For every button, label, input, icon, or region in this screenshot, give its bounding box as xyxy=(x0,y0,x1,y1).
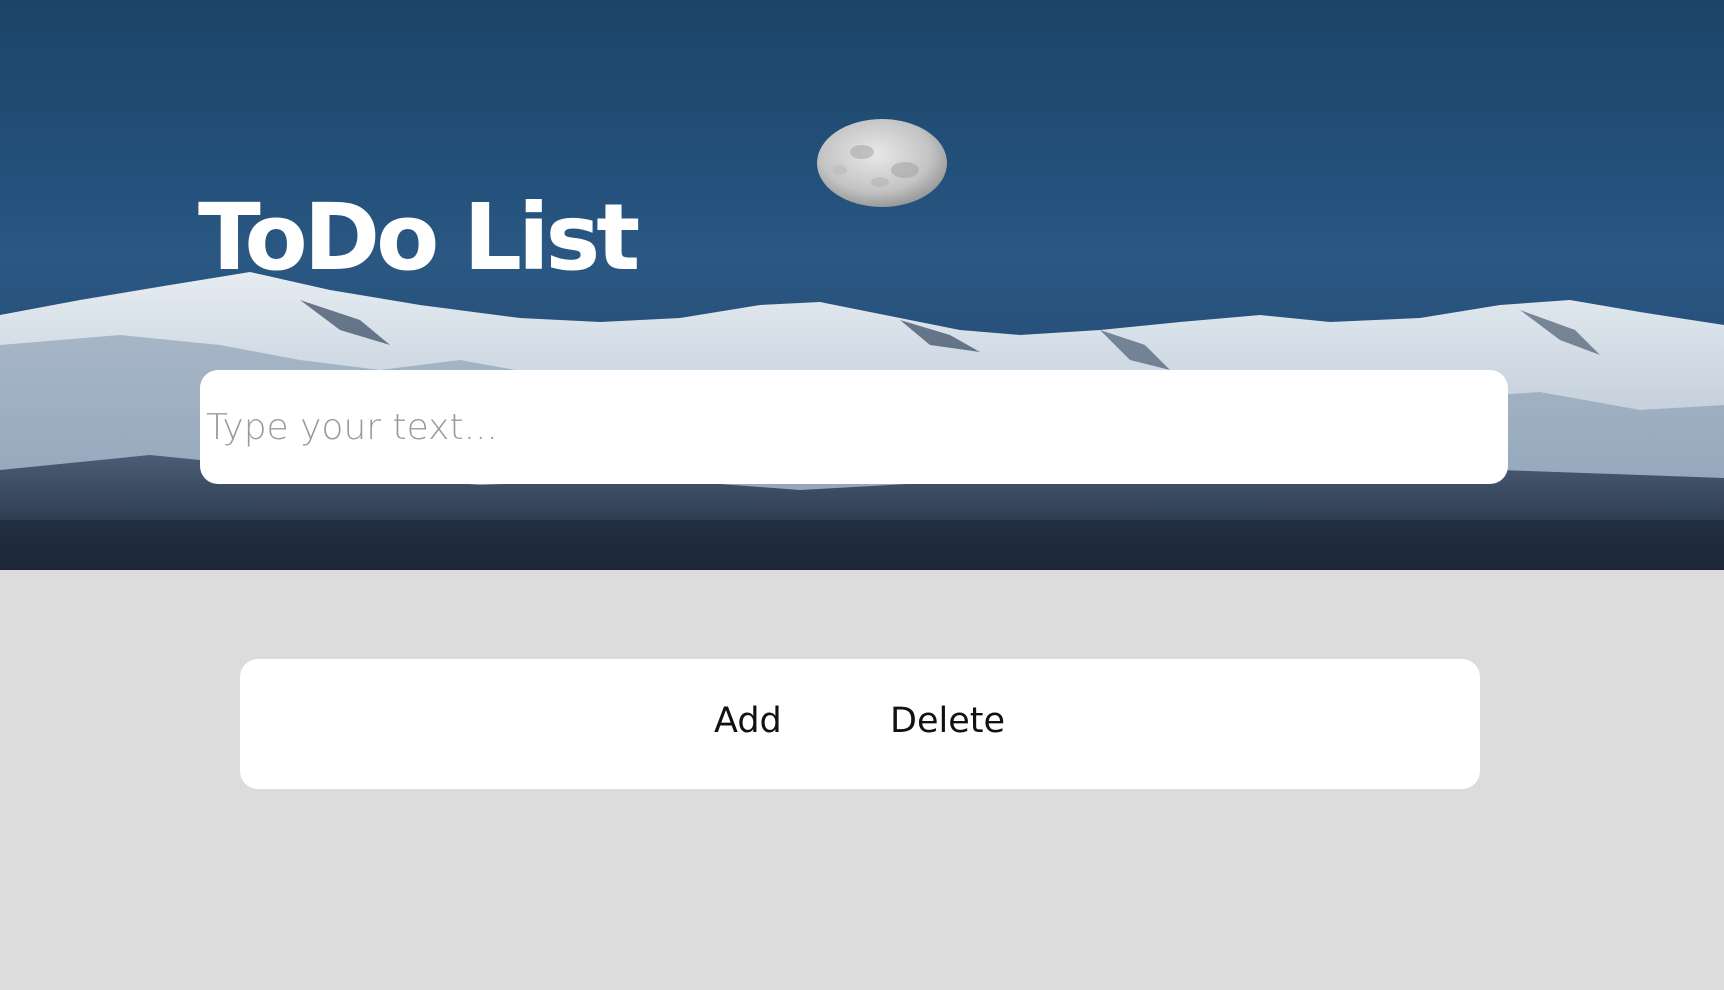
add-button[interactable]: Add xyxy=(714,699,782,745)
page-title: ToDo List xyxy=(198,184,640,291)
moon-icon xyxy=(817,119,947,207)
task-text-input[interactable] xyxy=(200,370,1508,484)
action-card: Add Delete xyxy=(240,659,1480,789)
hero-banner: ToDo List xyxy=(0,0,1724,570)
delete-button[interactable]: Delete xyxy=(890,699,1005,745)
